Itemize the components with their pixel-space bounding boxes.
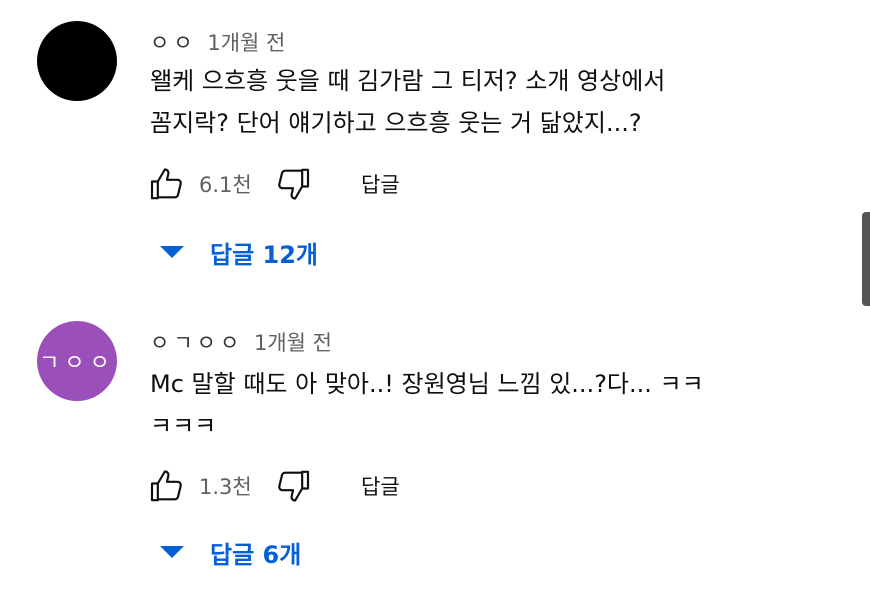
replies-count-label: 답글 6개 (210, 540, 302, 569)
triangle-down-icon (160, 546, 184, 558)
dislike-button[interactable] (271, 162, 315, 206)
dislike-button[interactable] (271, 464, 315, 508)
thumbs-down-icon (278, 168, 310, 200)
comment-meta: ㅇㄱㅇㅇ 1개월 전 (150, 327, 332, 357)
comment-time[interactable]: 1개월 전 (207, 31, 285, 55)
like-button[interactable] (145, 464, 189, 508)
triangle-down-icon (160, 246, 184, 258)
thumbs-up-icon (150, 168, 182, 200)
like-button[interactable] (145, 162, 189, 206)
comment-time[interactable]: 1개월 전 (254, 331, 332, 355)
comment-meta: ㅇㅇ 1개월 전 (150, 27, 285, 57)
scrollbar-thumb[interactable] (862, 212, 870, 306)
thumbs-down-icon (278, 470, 310, 502)
reply-button[interactable]: 답글 (361, 471, 400, 501)
avatar-initials: ㄱㅇㅇ (39, 351, 115, 376)
thumbs-up-icon (150, 470, 182, 502)
replies-toggle[interactable]: 답글 6개 (160, 532, 301, 572)
replies-count-label: 답글 12개 (210, 240, 318, 269)
comment-actions: 6.1천 답글 (145, 162, 400, 206)
replies-toggle[interactable]: 답글 12개 (160, 232, 318, 272)
avatar[interactable]: ㄱㅇㅇ (37, 321, 117, 401)
comment-text: Mc 말할 때도 아 맞아..! 장원영님 느낌 있...?다... ㅋㅋ ㅋㅋ… (150, 370, 704, 440)
avatar[interactable] (37, 21, 117, 101)
reply-button[interactable]: 답글 (361, 169, 400, 199)
comment-author[interactable]: ㅇㅇ (150, 31, 197, 55)
comment-text: 왤케 으흐흥 웃을 때 김가람 그 티저? 소개 영상에서 꼼지락? 단어 얘기… (150, 67, 666, 137)
comment-author[interactable]: ㅇㄱㅇㅇ (150, 331, 243, 355)
like-count: 1.3천 (199, 475, 252, 499)
like-count: 6.1천 (199, 173, 252, 197)
comment-actions: 1.3천 답글 (145, 464, 400, 508)
